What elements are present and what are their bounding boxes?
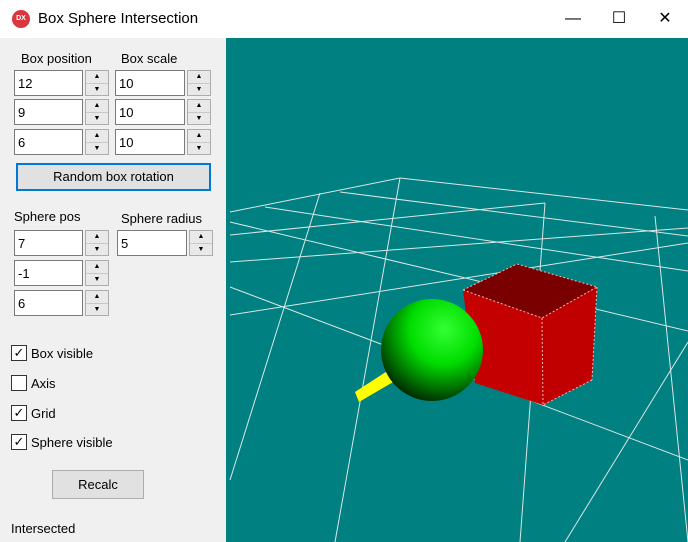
spin-down-icon[interactable]: ▼ xyxy=(188,113,210,125)
spin-up-icon[interactable]: ▲ xyxy=(86,291,108,304)
box-position-z-input[interactable] xyxy=(15,130,82,154)
grid-line xyxy=(264,206,688,272)
grid-label[interactable]: Grid xyxy=(31,406,56,421)
grid-line xyxy=(654,215,688,542)
grid-checkbox[interactable]: ✓ xyxy=(11,405,27,421)
red-box xyxy=(462,263,599,406)
box-position-y-input[interactable] xyxy=(15,100,82,124)
3d-viewport[interactable] xyxy=(226,38,688,542)
spin-up-icon[interactable]: ▲ xyxy=(86,71,108,84)
grid-line xyxy=(229,242,688,316)
spin-up-icon[interactable]: ▲ xyxy=(86,231,108,244)
spin-down-icon[interactable]: ▼ xyxy=(188,143,210,155)
spin-up-icon[interactable]: ▲ xyxy=(188,100,210,113)
sphere-visible-label[interactable]: Sphere visible xyxy=(31,435,113,450)
box-visible-label[interactable]: Box visible xyxy=(31,346,93,361)
sphere-radius-spinner[interactable]: ▲ ▼ xyxy=(189,230,213,256)
box-scale-z-input[interactable] xyxy=(116,130,184,154)
box-scale-z-field[interactable] xyxy=(115,129,185,155)
sphere-pos-x-input[interactable] xyxy=(15,231,82,255)
spin-up-icon[interactable]: ▲ xyxy=(188,130,210,143)
green-sphere xyxy=(381,299,483,401)
sphere-radius-label: Sphere radius xyxy=(121,211,202,226)
spin-up-icon[interactable]: ▲ xyxy=(86,130,108,143)
sphere-pos-z-field[interactable] xyxy=(14,290,83,316)
box-position-y-field[interactable] xyxy=(14,99,83,125)
sphere-pos-x-spinner[interactable]: ▲ ▼ xyxy=(85,230,109,256)
box-scale-x-field[interactable] xyxy=(115,70,185,96)
sphere-pos-y-input[interactable] xyxy=(15,261,82,285)
minimize-icon[interactable]: — xyxy=(550,0,596,38)
sphere-radius-field[interactable] xyxy=(117,230,187,256)
spin-down-icon[interactable]: ▼ xyxy=(190,244,212,256)
grid-line xyxy=(229,192,321,481)
spin-up-icon[interactable]: ▲ xyxy=(188,71,210,84)
sphere-radius-input[interactable] xyxy=(118,231,186,255)
box-scale-y-spinner[interactable]: ▲ ▼ xyxy=(187,99,211,125)
box-position-label: Box position xyxy=(21,51,92,66)
box-position-z-spinner[interactable]: ▲ ▼ xyxy=(85,129,109,155)
axis-checkbox[interactable] xyxy=(11,375,27,391)
box-position-z-field[interactable] xyxy=(14,129,83,155)
box-position-x-field[interactable] xyxy=(14,70,83,96)
app-icon: DX xyxy=(12,10,30,28)
spin-down-icon[interactable]: ▼ xyxy=(86,84,108,96)
spin-down-icon[interactable]: ▼ xyxy=(188,84,210,96)
box-position-x-input[interactable] xyxy=(15,71,82,95)
sphere-pos-y-spinner[interactable]: ▲ ▼ xyxy=(85,260,109,286)
axis-label[interactable]: Axis xyxy=(31,376,56,391)
title-bar: DX Box Sphere Intersection — ☐ ✕ xyxy=(0,0,688,38)
box-position-x-spinner[interactable]: ▲ ▼ xyxy=(85,70,109,96)
sphere-pos-z-spinner[interactable]: ▲ ▼ xyxy=(85,290,109,316)
grid-line xyxy=(229,202,546,236)
spin-down-icon[interactable]: ▼ xyxy=(86,244,108,256)
close-icon[interactable]: ✕ xyxy=(642,0,688,38)
3d-scene xyxy=(229,177,688,542)
spin-down-icon[interactable]: ▼ xyxy=(86,113,108,125)
window-title: Box Sphere Intersection xyxy=(38,10,199,27)
box-scale-x-input[interactable] xyxy=(116,71,184,95)
grid-line xyxy=(229,177,401,213)
spin-down-icon[interactable]: ▼ xyxy=(86,304,108,316)
box-position-y-spinner[interactable]: ▲ ▼ xyxy=(85,99,109,125)
sphere-pos-x-field[interactable] xyxy=(14,230,83,256)
box-scale-z-spinner[interactable]: ▲ ▼ xyxy=(187,129,211,155)
sphere-pos-z-input[interactable] xyxy=(15,291,82,315)
sphere-pos-label: Sphere pos xyxy=(14,209,81,224)
random-box-rotation-button[interactable]: Random box rotation xyxy=(16,163,211,191)
status-text: Intersected xyxy=(11,521,76,536)
spin-down-icon[interactable]: ▼ xyxy=(86,274,108,286)
maximize-icon[interactable]: ☐ xyxy=(596,0,642,38)
spin-up-icon[interactable]: ▲ xyxy=(190,231,212,244)
grid-line xyxy=(229,227,688,263)
box-visible-checkbox[interactable]: ✓ xyxy=(11,345,27,361)
grid-line xyxy=(339,191,688,237)
spin-up-icon[interactable]: ▲ xyxy=(86,261,108,274)
box-scale-y-field[interactable] xyxy=(115,99,185,125)
box-scale-y-input[interactable] xyxy=(116,100,184,124)
box-scale-x-spinner[interactable]: ▲ ▼ xyxy=(187,70,211,96)
recalc-button[interactable]: Recalc xyxy=(52,470,144,499)
sphere-visible-checkbox[interactable]: ✓ xyxy=(11,434,27,450)
box-scale-label: Box scale xyxy=(121,51,178,66)
spin-down-icon[interactable]: ▼ xyxy=(86,143,108,155)
control-panel: Box position Box scale ▲▼ ▲▼ ▲▼ ▲▼ ▲▼ ▲▼… xyxy=(0,38,226,542)
spin-up-icon[interactable]: ▲ xyxy=(86,100,108,113)
sphere-pos-y-field[interactable] xyxy=(14,260,83,286)
